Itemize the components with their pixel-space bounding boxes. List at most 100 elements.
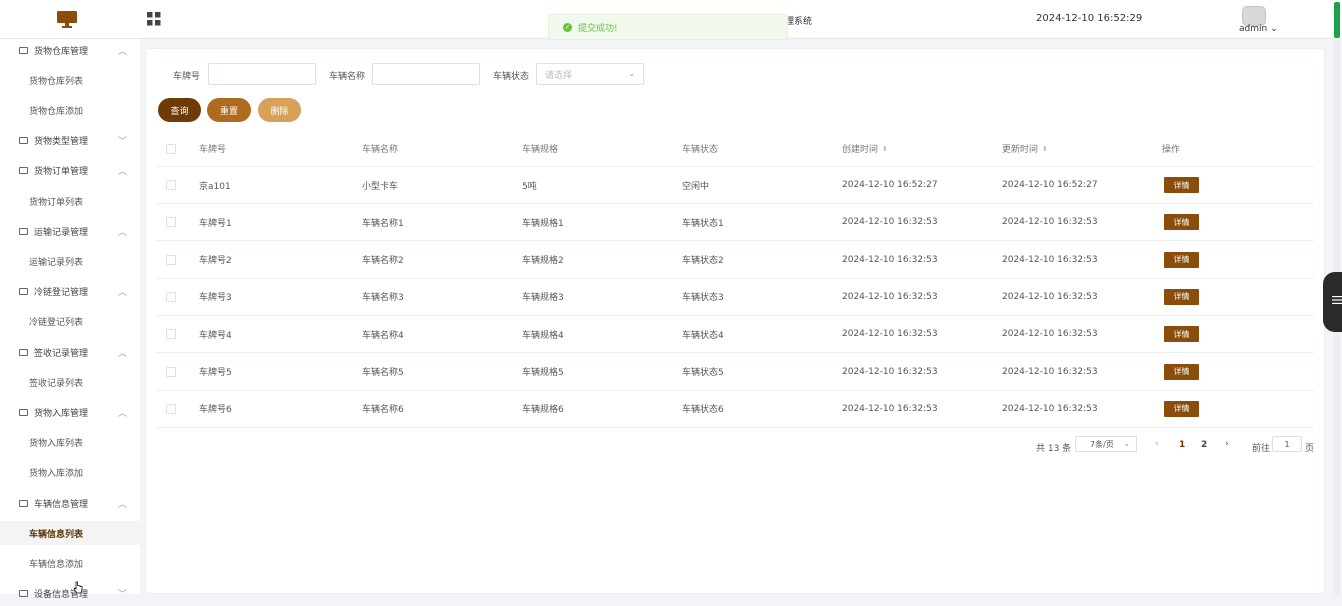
sidebar-group-8[interactable]: 冷链登记管理 ︿ [0,280,140,304]
menu-icon [19,348,28,356]
mouse-cursor-icon [73,581,83,594]
col-created[interactable]: 创建时间 ⬍ [842,131,888,166]
detail-button[interactable]: 详情 [1164,214,1199,231]
row-checkbox[interactable] [166,180,176,190]
cell-created: 2024-12-10 16:32:53 [842,366,938,377]
sidebar-item-14[interactable]: 货物入库添加 [0,461,140,485]
row-checkbox[interactable] [166,329,176,340]
menu-icon [19,408,28,416]
grid-icon[interactable] [147,12,161,26]
select-placeholder: 请选择 [545,70,573,81]
sidebar-group-12[interactable]: 货物入库管理 ︿ [0,400,140,424]
col-name: 车辆名称 [362,145,399,155]
delete-button[interactable]: 删除 [258,98,301,122]
page-size-select[interactable]: 7条/页 ⌄ [1075,436,1137,452]
cell-name: 车辆名称5 [362,368,404,378]
sidebar-item-16[interactable]: 车辆信息列表 [0,521,140,546]
sidebar-group-label: 货物仓库管理 [34,46,89,57]
cell-spec: 车辆规格5 [522,368,564,378]
sidebar: 货物仓库管理 ︿ 货物仓库列表 货物仓库添加 货物类型管理 ﹀ 货物订单管理 ︿ 货物订单列表运… [0,38,140,600]
page-1[interactable]: 1 [1179,440,1185,450]
page-2[interactable]: 2 [1201,440,1207,450]
reset-button[interactable]: 重置 [207,98,251,122]
prev-page-button[interactable]: ‹ [1155,439,1159,449]
row-checkbox[interactable] [166,254,176,265]
cell-spec: 车辆规格2 [522,256,564,267]
sidebar-group-3[interactable]: 货物类型管理 ﹀ [0,129,140,153]
chevron-icon: ︿ [118,408,128,419]
vehicle-status-select[interactable]: 请选择 ⌄ [536,63,644,85]
sidebar-item-2[interactable]: 货物仓库添加 [0,98,140,122]
sidebar-group-4[interactable]: 货物订单管理 ︿ [0,159,140,183]
detail-button[interactable]: 详情 [1164,177,1199,193]
table-row: 车牌号5 车辆名称5 车辆规格5 车辆状态5 2024-12-10 16:32:53 20… [156,354,1314,391]
query-button[interactable]: 查询 [158,98,201,122]
row-checkbox[interactable] [166,217,176,228]
table-row: 车牌号2 车辆名称2 车辆规格2 车辆状态2 2024-12-10 16:32:53 20… [156,242,1314,279]
detail-button[interactable]: 详情 [1164,251,1199,268]
vehicle-name-input[interactable] [372,63,480,85]
sort-icon[interactable]: ⬍ [882,145,888,153]
chevron-down-icon: ⌄ [628,69,635,78]
sidebar-group-10[interactable]: 签收记录管理 ︿ [0,340,140,364]
row-checkbox[interactable] [166,291,176,302]
sidebar-item-13[interactable]: 货物入库列表 [0,431,140,455]
select-all-checkbox[interactable] [166,144,176,154]
user-menu[interactable]: admin ⌄ [1239,24,1278,34]
sidebar-group-0[interactable]: 货物仓库管理 ︿ [0,38,140,62]
sidebar-group-15[interactable]: 车辆信息管理 ︿ [0,491,140,515]
col-updated[interactable]: 更新时间 ⬍ [1002,131,1048,166]
sidebar-group-6[interactable]: 运输记录管理 ︿ [0,219,140,243]
row-checkbox[interactable] [166,366,176,377]
cell-updated: 2024-12-10 16:52:27 [1002,180,1098,190]
cell-spec: 5吨 [522,181,537,192]
cell-plate: 车牌号4 [199,330,232,341]
detail-button[interactable]: 详情 [1164,288,1199,305]
cell-plate: 车牌号1 [199,218,232,229]
detail-button[interactable]: 详情 [1164,363,1199,380]
detail-button[interactable]: 详情 [1164,326,1199,343]
menu-icon [19,137,28,145]
next-page-button[interactable]: › [1225,439,1229,449]
menu-icon [19,288,28,296]
side-drawer-tab[interactable] [1323,272,1342,332]
goto-page-input[interactable] [1272,436,1302,452]
cell-plate: 车牌号6 [199,405,232,416]
sidebar-item-17[interactable]: 车辆信息添加 [0,551,140,575]
table-row: 京a101 小型卡车 5吨 空闲中 2024-12-10 16:52:27 2024-12… [156,167,1314,204]
detail-button[interactable]: 详情 [1164,400,1199,417]
sidebar-item-9[interactable]: 冷链登记列表 [0,310,140,334]
toast-message: 提交成功! [578,23,618,34]
system-title: 理系统 [785,17,813,27]
menu-icon [19,167,28,175]
check-circle-icon: ✓ [563,22,572,32]
sidebar-item-label: 冷链登记列表 [29,318,84,329]
username: admin [1239,24,1268,34]
sidebar-item-7[interactable]: 运输记录列表 [0,249,140,273]
avatar[interactable] [1242,6,1266,26]
cell-status: 车辆状态1 [682,218,724,229]
row-checkbox[interactable] [166,403,176,414]
menu-icon [19,46,28,54]
sidebar-item-1[interactable]: 货物仓库列表 [0,68,140,92]
col-plate: 车牌号 [199,145,227,155]
sort-icon[interactable]: ⬍ [1042,145,1048,153]
sidebar-item-11[interactable]: 签收记录列表 [0,370,140,394]
cell-created: 2024-12-10 16:32:53 [842,291,938,302]
goto-unit: 页 [1305,444,1315,454]
chevron-icon: ︿ [118,227,128,238]
sidebar-item-label: 签收记录列表 [29,378,84,389]
sidebar-group-label: 运输记录管理 [34,227,89,238]
cell-created: 2024-12-10 16:32:53 [842,329,938,340]
sidebar-item-5[interactable]: 货物订单列表 [0,189,140,213]
monitor-icon [57,11,77,28]
main-panel: 车牌号 车辆名称 车辆状态 请选择 ⌄ 查询 重置 删除 车牌号 车辆名称 车辆… [145,48,1325,594]
plate-input[interactable] [208,63,316,85]
col-spec: 车辆规格 [522,145,559,155]
pagination-total: 共 13 条 [1036,444,1072,454]
cell-status: 车辆状态4 [682,330,724,341]
chevron-icon: ︿ [118,167,128,178]
cell-status: 空闲中 [682,181,710,192]
sidebar-item-label: 货物入库列表 [29,439,84,450]
menu-icon [19,227,28,235]
